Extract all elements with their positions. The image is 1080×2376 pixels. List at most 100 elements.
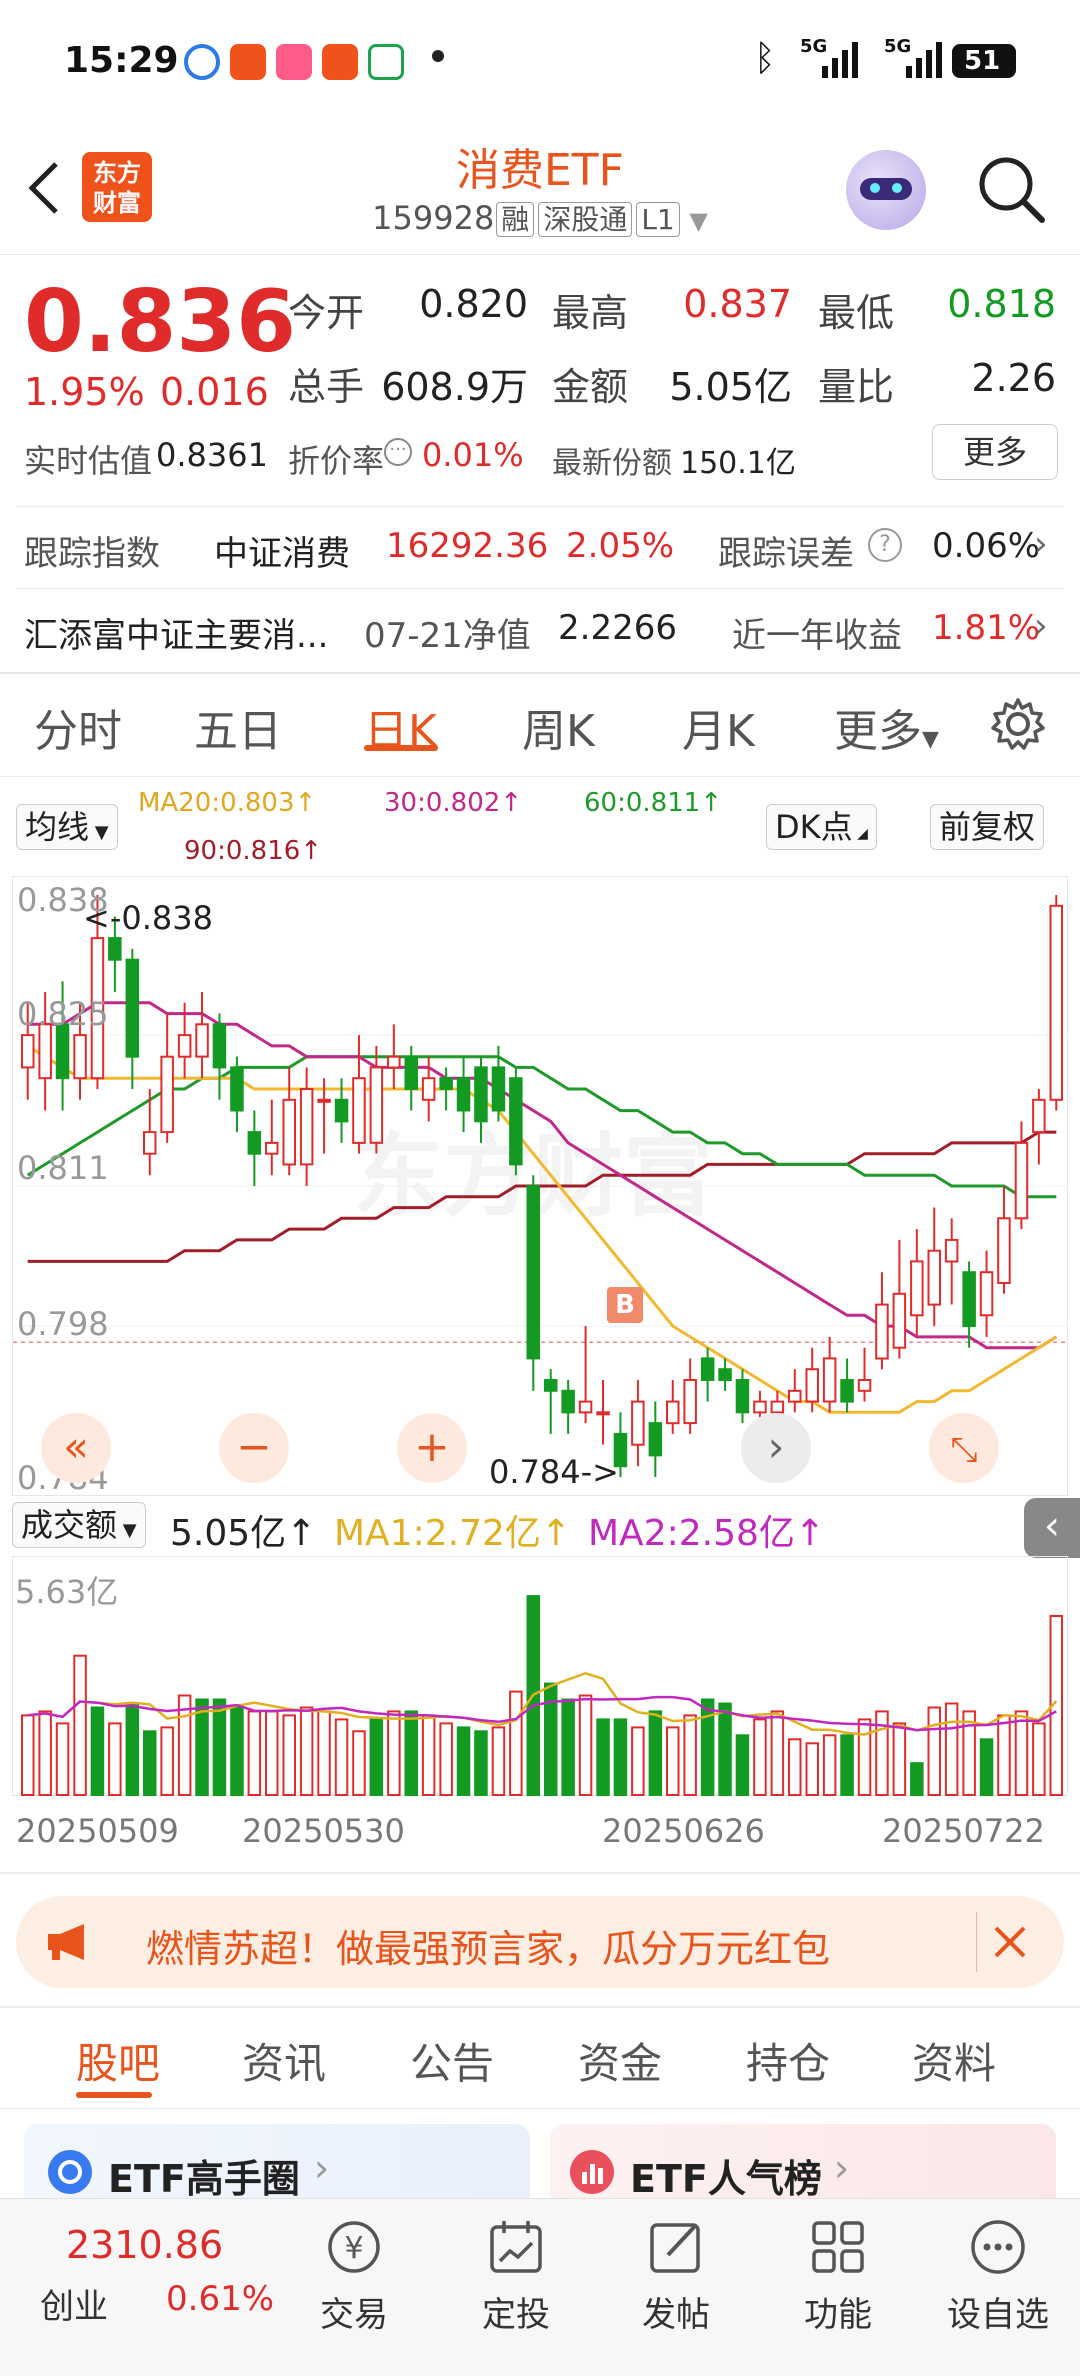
volume-bar-up [944, 1702, 959, 1796]
gear-icon[interactable] [990, 696, 1046, 752]
volume-bar-down [456, 1726, 471, 1796]
volume-ma2: MA2:2.58亿↑ [588, 1513, 826, 1554]
volume-chart-area[interactable]: 5.63亿 [12, 1556, 1068, 1797]
bottom-index-pct: 0.61% [166, 2279, 275, 2319]
candle-up [317, 1098, 331, 1103]
tab-weekly-k[interactable]: 周K [522, 695, 595, 759]
iopv-label: 实时估值 [24, 442, 153, 480]
amount-label: 金额 [552, 365, 629, 409]
dk-button[interactable]: DK点 ◢ [766, 804, 877, 850]
tab-intraday[interactable]: 分时 [34, 695, 122, 759]
ma-selector[interactable]: 均线 ▼ [16, 804, 118, 850]
volume-bar-down [718, 1702, 732, 1796]
zoom-in-button[interactable]: + [397, 1413, 467, 1483]
close-icon[interactable] [992, 1924, 1028, 1960]
candle-up [1049, 904, 1063, 1101]
nav-post[interactable]: 发帖 [616, 2217, 736, 2336]
tab-profile[interactable]: 资料 [912, 2030, 996, 2091]
nav-trade-label: 交易 [320, 2295, 388, 2335]
volume-bar-up [857, 1718, 872, 1796]
nav-functions[interactable]: 功能 [778, 2217, 898, 2336]
volume-selector[interactable]: 成交额 ▼ [12, 1502, 146, 1548]
kline-chart-area[interactable]: 东方财富 0.838 0.825 0.811 0.798 0.784 <-0.8… [12, 876, 1069, 1497]
tab-more[interactable]: 更多▼ [834, 695, 939, 759]
candle-up [195, 1023, 209, 1058]
candle-up [753, 1400, 767, 1414]
signal-icon [822, 42, 858, 78]
chevron-right-icon[interactable]: › [1034, 524, 1048, 564]
candle-down [334, 1098, 349, 1123]
candle-up [805, 1368, 819, 1403]
ma20-label: MA20:0.803↑ [138, 788, 317, 818]
chevron-right-icon[interactable]: › [1034, 606, 1048, 646]
kline-chart: 东方财富 [13, 895, 1069, 1477]
double-chevron-left-icon: « [63, 1422, 89, 1471]
candle-down [544, 1379, 558, 1392]
nav-add-watchlist[interactable]: 设自选 [938, 2217, 1058, 2336]
card-title-1: ETF高手圈 [108, 2157, 300, 2201]
min-price-annotation: 0.784-> [489, 1453, 619, 1491]
search-icon[interactable] [976, 154, 1046, 224]
tab-funds-flow[interactable]: 资金 [578, 2030, 662, 2091]
tab-news[interactable]: 资讯 [242, 2030, 326, 2091]
divider [0, 2006, 1080, 2008]
adjust-button[interactable]: 前复权 [930, 804, 1045, 850]
tab-forum[interactable]: 股吧 [76, 2030, 160, 2091]
volume-bar-down [90, 1706, 105, 1796]
candle-up [1014, 1141, 1029, 1220]
tab-five-day[interactable]: 五日 [194, 695, 282, 759]
tracking-index-pct: 2.05% [566, 526, 675, 566]
rewind-button[interactable]: « [41, 1413, 111, 1483]
bottom-index-name[interactable]: 创业 [40, 2279, 108, 2328]
volume-bar-up [73, 1654, 87, 1796]
volume-bar-up [1032, 1722, 1046, 1796]
max-price-annotation: <-0.838 [83, 899, 213, 937]
high-label: 最高 [552, 291, 629, 335]
fund-name[interactable]: 汇添富中证主要消... [24, 608, 328, 657]
tab-holdings[interactable]: 持仓 [746, 2030, 830, 2091]
volume-bar-up [352, 1730, 366, 1797]
bottom-index-value[interactable]: 2310.86 [66, 2223, 223, 2267]
more-button[interactable]: 更多 [932, 424, 1058, 480]
nav-add-watchlist-label: 设自选 [947, 2295, 1049, 2335]
zoom-out-button[interactable]: − [219, 1413, 289, 1483]
bar-chart-icon [570, 2150, 614, 2194]
fullscreen-button[interactable]: ⤡ [929, 1413, 999, 1483]
tab-monthly-k[interactable]: 月K [682, 695, 755, 759]
candle-up [875, 1303, 889, 1360]
candle-up [822, 1357, 837, 1403]
nav-invest-plan[interactable]: 定投 [456, 2217, 576, 2336]
tab-announcements[interactable]: 公告 [410, 2030, 494, 2091]
minus-icon: − [236, 1422, 272, 1471]
candle-up [979, 1271, 994, 1317]
tag-margin: 融 [496, 202, 535, 237]
current-price: 0.836 [24, 272, 297, 372]
more-notifications-icon [432, 50, 444, 62]
tracking-index-name[interactable]: 中证消费 [214, 526, 350, 575]
side-panel-toggle[interactable]: ‹ [1024, 1498, 1080, 1558]
tab-more-label: 更多 [834, 706, 922, 757]
discount-value: 0.01% [422, 436, 524, 474]
robot-assistant-icon[interactable] [846, 150, 926, 230]
nav-trade[interactable]: ¥ 交易 [294, 2217, 414, 2336]
buy-marker[interactable]: B [607, 1287, 643, 1323]
bottom-tab-indicator [76, 2092, 152, 2098]
caret-down-icon[interactable]: ▼ [682, 207, 707, 235]
next-button[interactable]: › [741, 1413, 811, 1483]
promo-banner[interactable]: 燃情苏超！做最强预言家，瓜分万元红包 [16, 1896, 1064, 1988]
volume-bar-up [491, 1726, 506, 1796]
candle-down [509, 1077, 523, 1166]
price-axis-3: 0.811 [17, 1149, 109, 1187]
ma60-label: 60:0.811↑ [584, 788, 723, 818]
help-icon[interactable]: ? [868, 528, 902, 562]
volume-bar-up [38, 1710, 52, 1796]
date-label-3: 20250626 [602, 1812, 765, 1850]
info-dots-icon[interactable]: ··· [384, 438, 412, 466]
megaphone-icon [48, 1924, 84, 1960]
calendar-chart-icon [490, 2221, 542, 2273]
candle-up [143, 1131, 157, 1155]
yen-cycle-icon: ¥ [328, 2221, 380, 2273]
candle-up [369, 1066, 384, 1144]
nav-functions-label: 功能 [804, 2295, 872, 2335]
date-label-1: 20250509 [16, 1812, 179, 1850]
